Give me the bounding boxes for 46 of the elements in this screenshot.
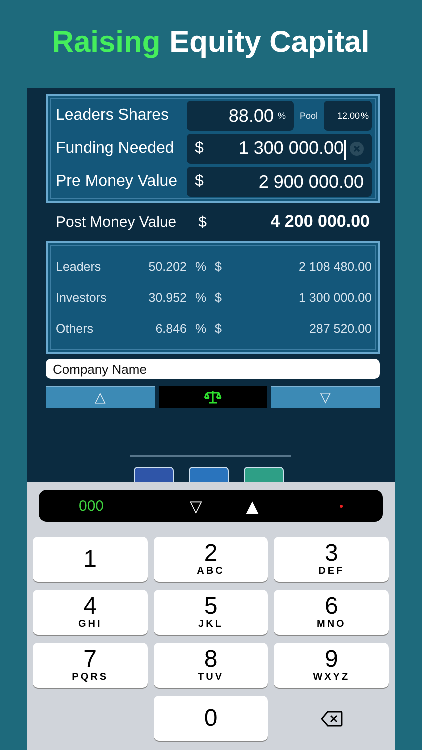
result-label: Others xyxy=(56,322,95,336)
company-name-field[interactable]: Company Name xyxy=(46,359,380,379)
field-label: Post Money Value xyxy=(56,214,177,230)
next-button[interactable]: ▽ xyxy=(190,496,202,516)
field-label: Funding Needed xyxy=(56,140,176,158)
currency-sign: $ xyxy=(198,214,207,230)
title-text: Equity Capital xyxy=(170,26,370,60)
percent-sign: % xyxy=(194,290,208,304)
key-button[interactable]: 2 ABC xyxy=(154,537,268,582)
result-percent: 50.202 xyxy=(148,260,187,274)
field-label: Pool xyxy=(300,111,318,121)
currency-sign: $ xyxy=(215,260,223,274)
result-label: Investors xyxy=(56,290,108,304)
input-field[interactable]: 88.00 % xyxy=(187,101,294,131)
result-percent: 6.846 xyxy=(154,322,187,336)
input-field[interactable]: $ 2 900 000.00 xyxy=(187,167,372,197)
input-field[interactable]: $ 1 300 000.00 xyxy=(187,134,372,164)
previous-button[interactable]: ▲ xyxy=(246,496,259,516)
title-highlight: Raising xyxy=(52,26,161,60)
key-button[interactable]: 9 WXYZ xyxy=(274,643,389,688)
field-label: Leaders Shares xyxy=(56,107,170,125)
key-button[interactable]: 7 PQRS xyxy=(33,643,148,688)
percent-sign: % xyxy=(194,260,208,274)
status-dot-icon xyxy=(340,504,343,508)
key-button[interactable]: 6 MNO xyxy=(274,590,389,635)
currency-sign: $ xyxy=(215,322,223,336)
result-percent: 30.952 xyxy=(148,290,187,304)
key-button[interactable]: 3 DEF xyxy=(274,537,389,582)
percent-sign: % xyxy=(194,322,208,336)
currency-sign: $ xyxy=(215,290,223,304)
result-amount: 1 300 000.00 xyxy=(299,290,372,304)
key-button[interactable]: 1 xyxy=(33,537,148,582)
result-amount: 287 520.00 xyxy=(309,322,372,336)
counter-text: 000 xyxy=(79,498,104,514)
result-label: Leaders xyxy=(56,260,102,274)
balance-button[interactable] xyxy=(158,386,268,408)
key-button[interactable]: 0 xyxy=(154,696,268,741)
input-field[interactable]: 12.00% xyxy=(324,101,372,131)
post-money-value: 4 200 000.00 xyxy=(270,212,370,232)
field-label: Pre Money Value xyxy=(56,173,179,191)
key-button[interactable]: 8 TUV xyxy=(154,643,268,688)
backspace-icon xyxy=(320,710,343,726)
key-button[interactable]: 4 GHI xyxy=(33,590,148,635)
result-amount: 2 108 480.00 xyxy=(299,260,372,274)
scale-icon xyxy=(204,390,222,404)
key-button[interactable]: 5 JKL xyxy=(154,590,268,635)
